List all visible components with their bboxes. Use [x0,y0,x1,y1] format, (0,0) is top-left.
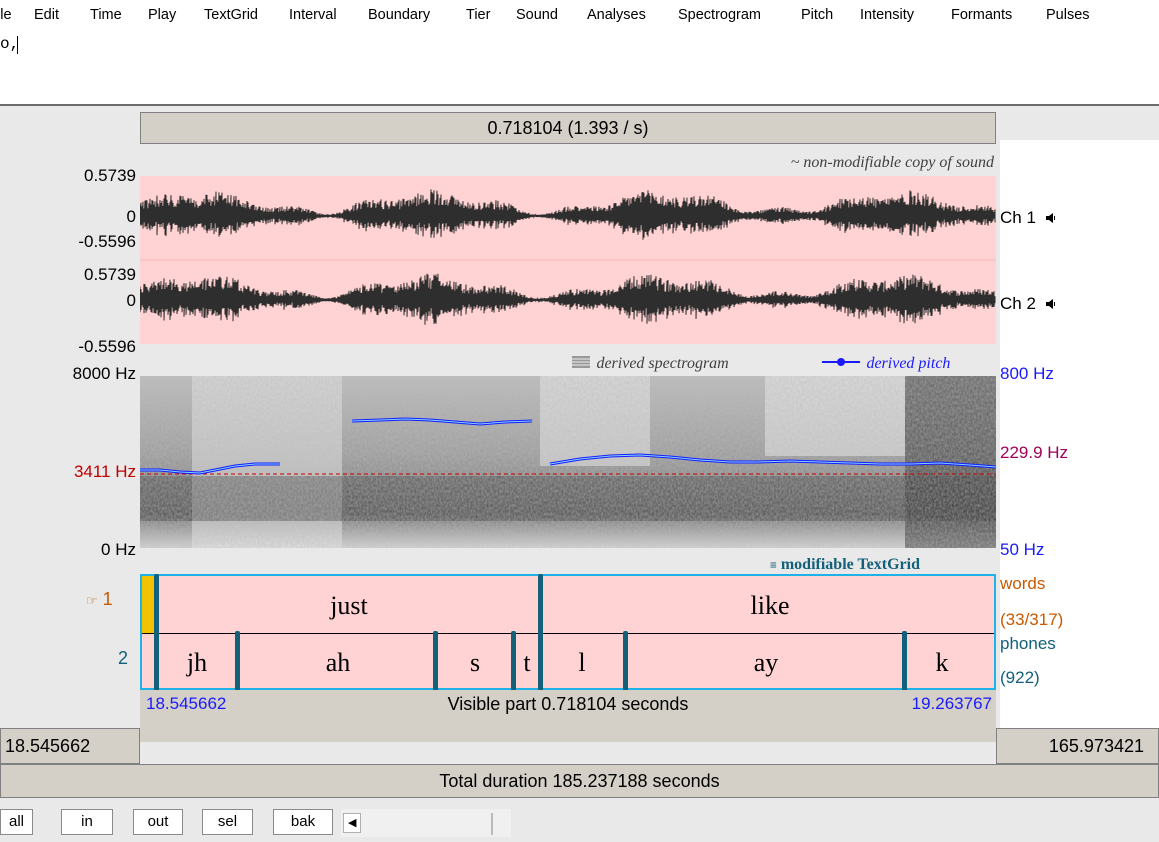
visible-end-time: 19.263767 [911,694,992,713]
phone-interval[interactable]: ah [326,648,351,678]
menu-intensity[interactable]: Intensity [860,7,914,23]
menu-play[interactable]: Play [148,7,176,23]
ch2-max-label: 0.5739 [84,265,136,284]
tier-1-selector[interactable]: ☞ 1 [86,589,113,610]
phone-interval[interactable]: k [936,648,949,678]
pitch-bottom-label: 50 Hz [1000,540,1045,559]
tier-1-count: (33/317) [1000,610,1064,629]
interval-boundary[interactable] [623,631,628,692]
ch2-zero-label: 0 [126,291,136,310]
spectrogram-freq-cursor: 3411 Hz [73,462,136,481]
menu-spectrogram[interactable]: Spectrogram [678,7,761,23]
sound-note: ~ non-modifiable copy of sound [790,154,994,171]
menu-tier[interactable]: Tier [466,7,490,23]
zoom-selection-button[interactable]: sel [202,809,253,835]
interval-boundary[interactable] [902,631,907,692]
text-caret [17,36,18,54]
selection-duration-bar[interactable]: 0.718104 (1.393 / s) [140,112,996,144]
phone-interval[interactable]: ay [754,648,779,678]
total-duration-bar[interactable]: Total duration 185.237188 seconds [0,764,1159,798]
tier-1-number: 1 [102,589,113,609]
waveform-panel[interactable] [140,176,996,344]
ch2-waveform [140,273,996,325]
tier-1-name: words [1000,574,1046,593]
phone-interval[interactable]: t [523,648,530,678]
spectrogram-freq-bottom: 0 Hz [101,540,136,559]
tier-2-name: phones [1000,634,1056,653]
spectrogram-panel[interactable] [140,376,996,548]
tier-2-count: (922) [1000,668,1040,687]
ch1-waveform [140,189,996,240]
hand-pointer-icon: ☞ [86,593,98,608]
visible-part-label: Visible part 0.718104 seconds [447,694,689,714]
menu-boundary[interactable]: Boundary [368,7,430,23]
menu-analyses[interactable]: Analyses [587,7,646,23]
pitch-top-label: 800 Hz [1000,364,1054,384]
left-time-box[interactable]: 18.545662 [0,728,140,764]
ch2-min-label: -0.5596 [78,337,136,356]
tier-divider [142,633,994,634]
horizontal-scrollbar[interactable]: ◀ [341,809,511,837]
visible-part-bar[interactable]: 18.545662 Visible part 0.718104 seconds … [140,690,996,742]
menu-interval[interactable]: Interval [289,7,337,23]
spectrogram-svg [140,376,996,548]
textgrid-note: ≡ modifiable TextGrid [770,556,920,574]
ch1-channel-toggle[interactable]: Ch 1 [1000,208,1057,228]
zoom-in-button[interactable]: in [61,809,113,835]
pitch-cursor-label: 229.9 Hz [1000,443,1069,462]
ch2-channel-toggle[interactable]: Ch 2 [1000,294,1057,314]
ch1-min-label: -0.5596 [78,232,136,251]
scroll-left-arrow-icon: ◀ [348,817,357,829]
spectrogram-legend: derived spectrogram [570,355,729,373]
phone-interval[interactable]: jh [187,648,207,678]
zoom-out-button[interactable]: out [133,809,183,835]
interval-boundary[interactable] [235,631,240,692]
interval-boundary[interactable] [511,631,516,692]
textgrid-note-label: modifiable TextGrid [780,556,920,573]
menu-bar: ile Edit Time Play TextGrid Interval Bou… [0,0,1159,32]
scroll-left-button[interactable]: ◀ [343,813,361,833]
menu-textgrid[interactable]: TextGrid [204,7,258,23]
ch2-label: Ch 2 [1000,294,1036,313]
pitch-legend: derived pitch [822,355,950,373]
speaker-icon[interactable] [1045,298,1057,310]
spectrogram-legend-icon [572,356,590,368]
interval-text-field[interactable]: o, [0,32,1159,106]
spectrogram-legend-label: derived spectrogram [596,355,729,372]
textgrid-panel[interactable]: just like jh ah s t l ay k [140,574,996,692]
menu-time[interactable]: Time [90,7,122,23]
menu-file[interactable]: ile [0,7,12,23]
menu-edit[interactable]: Edit [34,7,59,23]
menu-formants[interactable]: Formants [951,7,1012,23]
interval-boundary[interactable] [154,574,159,692]
ch1-label: Ch 1 [1000,208,1036,227]
pitch-legend-icon [822,358,860,366]
phone-interval[interactable]: s [470,648,480,678]
spectrogram-freq-top: 8000 Hz [72,364,136,383]
word-interval[interactable]: like [751,591,790,621]
pitch-legend-label: derived pitch [866,355,951,372]
interval-boundary[interactable] [433,631,438,692]
menu-pulses[interactable]: Pulses [1046,7,1090,23]
interval-boundary[interactable] [538,574,543,692]
right-time-box[interactable]: 165.973421 [996,728,1159,764]
ch1-max-label: 0.5739 [84,166,136,185]
waveform-svg [140,189,996,325]
tier-2-number[interactable]: 2 [118,648,128,669]
menu-sound[interactable]: Sound [516,7,558,23]
scroll-thumb[interactable] [491,813,493,835]
zoom-back-button[interactable]: bak [273,809,333,835]
word-interval[interactable]: just [330,591,368,621]
ch1-zero-label: 0 [126,207,136,226]
textgrid-note-icon: ≡ [770,558,777,572]
pitch-top-value: 800 Hz [1000,364,1054,383]
phone-interval[interactable]: l [578,648,585,678]
show-all-button[interactable]: all [0,809,33,835]
menu-pitch[interactable]: Pitch [801,7,833,23]
speaker-icon[interactable] [1045,212,1057,224]
